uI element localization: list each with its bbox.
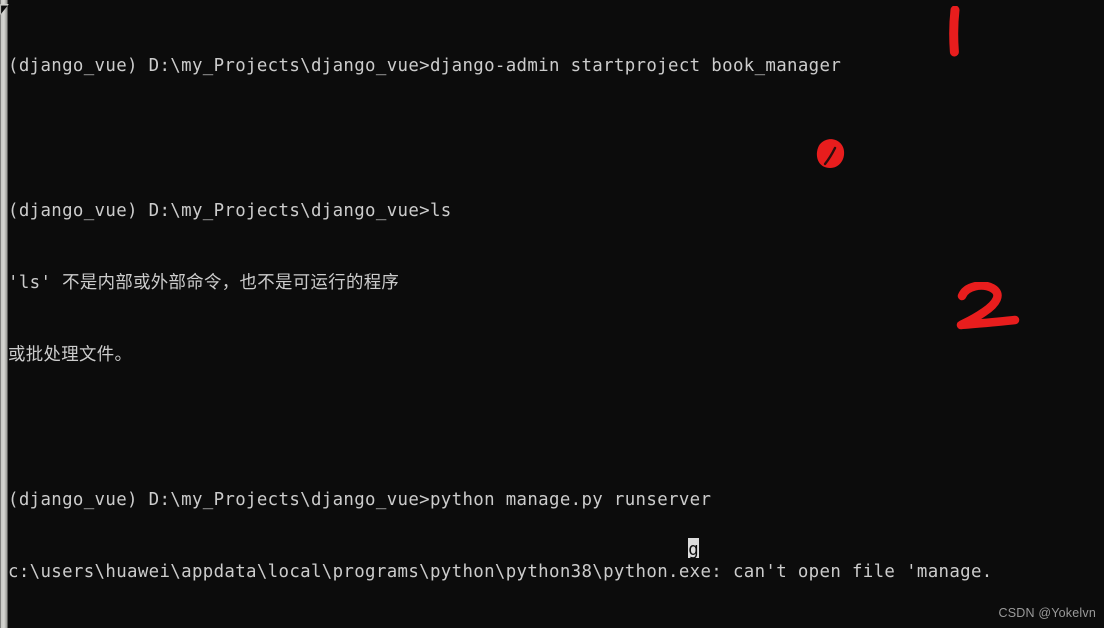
console-line: (django_vue) D:\my_Projects\django_vue>l…	[8, 200, 452, 221]
console-line: c:\users\huawei\appdata\local\programs\p…	[8, 562, 993, 583]
console-line: 或批处理文件。	[8, 345, 133, 366]
scroll-up-arrow-icon[interactable]	[0, 0, 9, 15]
text-cursor-character: g	[688, 540, 699, 560]
watermark-text: CSDN @Yokelvn	[998, 606, 1096, 620]
terminal-window[interactable]: (django_vue) D:\my_Projects\django_vue>d…	[0, 0, 1104, 628]
console-line: (django_vue) D:\my_Projects\django_vue>d…	[8, 56, 842, 77]
console-line: 'ls' 不是内部或外部命令，也不是可运行的程序	[8, 273, 400, 294]
vertical-scrollbar[interactable]	[0, 0, 8, 628]
console-line: (django_vue) D:\my_Projects\django_vue>p…	[8, 489, 712, 510]
console-output[interactable]: (django_vue) D:\my_Projects\django_vue>d…	[8, 0, 1104, 628]
